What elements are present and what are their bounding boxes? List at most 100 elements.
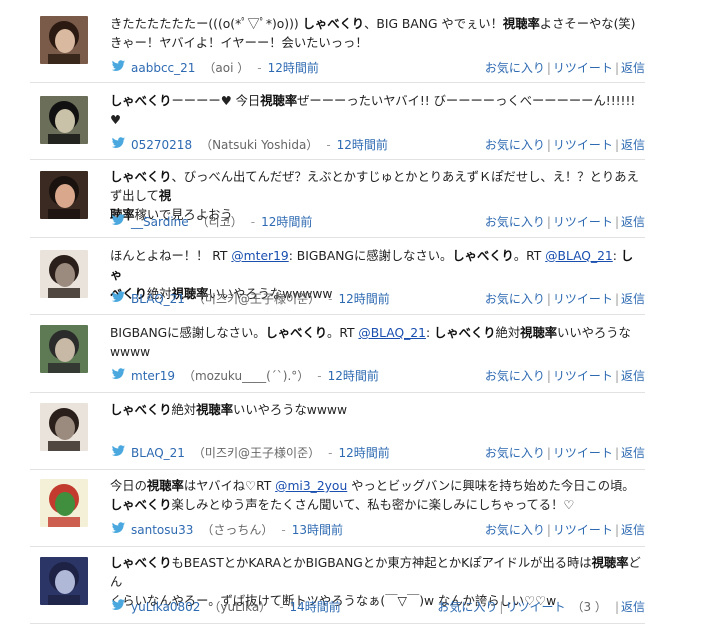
display-name: （yuLika） xyxy=(208,600,272,614)
avatar[interactable] xyxy=(40,250,88,298)
username-link[interactable]: BLAQ_21 xyxy=(131,446,185,460)
tweet-body: 今日の視聴率はヤバイね♡RT @mi3_2you やっとビッグバンに興味を持ち始… xyxy=(110,477,645,515)
reply-button[interactable]: 返信 xyxy=(621,215,645,229)
avatar[interactable] xyxy=(40,325,88,373)
avatar[interactable] xyxy=(40,171,88,219)
username-link[interactable]: BLAQ_21 xyxy=(131,292,185,306)
tweet-author-info: mter19 （mozuku____(´`).°） -12時間前 xyxy=(131,367,379,384)
retweet-button[interactable]: リツイート xyxy=(553,292,613,306)
action-separator: | xyxy=(546,292,551,306)
timestamp-link[interactable]: 13時間前 xyxy=(292,523,343,537)
separator: - xyxy=(250,215,256,229)
highlighted-keyword: 視 xyxy=(158,189,172,203)
reply-button[interactable]: 返信 xyxy=(621,446,645,460)
tweet-text: しゃべくり絶対視聴率いいやろうなwwww xyxy=(110,401,645,420)
tweet-item: BIGBANGに感謝しなさい。しゃべくり。RT @BLAQ_21: しゃべくり絶… xyxy=(30,315,645,393)
favorite-button[interactable]: お気に入り xyxy=(485,138,545,152)
timestamp-link[interactable]: 12時間前 xyxy=(338,446,389,460)
timestamp-link[interactable]: 12時間前 xyxy=(338,292,389,306)
tweet-item: しゃべくりもBEASTとかKARAとかBIGBANGとか東方神起とかKぽアイドル… xyxy=(30,547,645,624)
mention-link[interactable]: @BLAQ_21 xyxy=(545,249,613,263)
tweet-text-segment: よさそーやな(笑) xyxy=(539,17,636,31)
tweet-text-segment: 。RT xyxy=(327,326,359,340)
retweet-button[interactable]: リツイート xyxy=(553,138,613,152)
tweet-author-info: 05270218 （Natsuki Yoshida） -12時間前 xyxy=(131,136,388,153)
reply-button[interactable]: 返信 xyxy=(621,61,645,75)
highlighted-keyword: しゃべくり xyxy=(110,556,172,570)
tweet-body: BIGBANGに感謝しなさい。しゃべくり。RT @BLAQ_21: しゃべくり絶… xyxy=(110,324,645,362)
tweet-line: しゃべくりもBEASTとかKARAとかBIGBANGとか東方神起とかKぽアイドル… xyxy=(110,554,645,592)
retweet-button[interactable]: リツイート xyxy=(553,215,613,229)
tweet-item: きたたたたたたー(((o(*ﾟ▽ﾟ*)o))) しゃべくり、BIG BANG や… xyxy=(30,0,645,83)
favorite-button[interactable]: お気に入り xyxy=(485,61,545,75)
tweet-author-info: santosu33 （さっちん） -13時間前 xyxy=(131,521,343,538)
timestamp-link[interactable]: 12時間前 xyxy=(337,138,388,152)
reply-button[interactable]: 返信 xyxy=(621,523,645,537)
tweet-line: ほんとよねー！！ RT @mter19: BIGBANGに感謝しなさい。しゃべく… xyxy=(110,247,645,285)
highlighted-keyword: 視聴率 xyxy=(260,94,298,108)
tweet-line: BIGBANGに感謝しなさい。しゃべくり。RT @BLAQ_21: しゃべくり絶… xyxy=(110,324,645,343)
avatar[interactable] xyxy=(40,557,88,605)
tweet-text-segment: : xyxy=(425,326,435,340)
separator: - xyxy=(328,446,333,460)
favorite-button[interactable]: お気に入り xyxy=(485,446,545,460)
reply-button[interactable]: 返信 xyxy=(621,138,645,152)
twitter-bird-icon xyxy=(110,58,126,74)
display-name: （mozuku____(´`).°） xyxy=(182,369,310,383)
username-link[interactable]: mter19 xyxy=(131,369,175,383)
retweet-button[interactable]: リツイート xyxy=(553,369,613,383)
tweet-text-segment: もBEASTとかKARAとかBIGBANGとか東方神起とかKぽアイドルが出る時は xyxy=(171,556,592,570)
username-link[interactable]: santosu33 xyxy=(131,523,193,537)
avatar[interactable] xyxy=(40,16,88,64)
tweet-line: しゃべくり楽しみとゆう声をたくさん聞いて、私も密かに楽しみにしちゃってる！♡ xyxy=(110,496,645,515)
tweet-text-segment: 絶対 xyxy=(495,326,521,340)
separator: - xyxy=(328,292,333,306)
favorite-button[interactable]: お気に入り xyxy=(485,215,545,229)
reply-button[interactable]: 返信 xyxy=(621,292,645,306)
username-link[interactable]: yuLika0802 xyxy=(131,600,200,614)
avatar[interactable] xyxy=(40,403,88,451)
timestamp-link[interactable]: 14時間前 xyxy=(290,600,341,614)
mention-link[interactable]: @mter19 xyxy=(231,249,288,263)
timestamp-link[interactable]: 12時間前 xyxy=(268,61,319,75)
tweet-item: しゃべくり絶対視聴率いいやろうなwwww BLAQ_21 （미즈키@王子様이준） -1… xyxy=(30,393,645,470)
tweet-actions: お気に入り | リツイート | 返信 xyxy=(485,521,645,538)
tweet-text-segment: いいやろうなwwww xyxy=(233,403,348,417)
retweet-button[interactable]: リツイート xyxy=(553,61,613,75)
retweet-button[interactable]: リツイート xyxy=(505,600,565,614)
retweet-button[interactable]: リツイート xyxy=(553,446,613,460)
favorite-button[interactable]: お気に入り xyxy=(485,292,545,306)
reply-button[interactable]: 返信 xyxy=(621,600,645,614)
tweet-text-segment: きたたたたたたー(((o(*ﾟ▽ﾟ*)o))) xyxy=(110,17,303,31)
tweet-text-segment: 。RT xyxy=(513,249,546,263)
highlighted-keyword: 視聴率 xyxy=(196,403,234,417)
tweet-item: 今日の視聴率はヤバイね♡RT @mi3_2you やっとビッグバンに興味を持ち始… xyxy=(30,470,645,547)
highlighted-keyword: しゃべくり xyxy=(110,498,172,512)
mention-link[interactable]: @BLAQ_21 xyxy=(358,326,426,340)
display-name: （미즈키@王子様이준） xyxy=(192,446,321,460)
tweet-line: しゃべくりーーーー♥ 今日視聴率ぜーーーったいヤバイ!! びーーーーっくべーーー… xyxy=(110,92,645,130)
username-link[interactable]: __Sardine xyxy=(131,215,189,229)
timestamp-link[interactable]: 12時間前 xyxy=(261,215,312,229)
mention-link[interactable]: @mi3_2you xyxy=(275,479,347,493)
timestamp-link[interactable]: 12時間前 xyxy=(328,369,379,383)
username-link[interactable]: 05270218 xyxy=(131,138,192,152)
twitter-bird-icon xyxy=(110,443,126,459)
tweet-actions: お気に入り | リツイート | 返信 xyxy=(485,290,645,307)
favorite-button[interactable]: お気に入り xyxy=(437,600,497,614)
avatar[interactable] xyxy=(40,479,88,527)
reply-button[interactable]: 返信 xyxy=(621,369,645,383)
tweet-item: ほんとよねー！！ RT @mter19: BIGBANGに感謝しなさい。しゃべく… xyxy=(30,238,645,315)
username-link[interactable]: aabbcc_21 xyxy=(131,61,195,75)
retweet-button[interactable]: リツイート xyxy=(553,523,613,537)
separator: - xyxy=(279,600,284,614)
tweet-text: 今日の視聴率はヤバイね♡RT @mi3_2you やっとビッグバンに興味を持ち始… xyxy=(110,477,645,515)
tweet-meta: yuLika0802 （yuLika） -14時間前 お気に入り | リツイート （3 ） |… xyxy=(110,597,645,615)
favorite-button[interactable]: お気に入り xyxy=(485,369,545,383)
tweet-text-segment: きゃー！ヤバイよ！イヤーー！会いたいっっ！ xyxy=(110,36,368,50)
favorite-button[interactable]: お気に入り xyxy=(485,523,545,537)
tweet-meta: 05270218 （Natsuki Yoshida） -12時間前 お気に入り | リツイ… xyxy=(110,135,645,153)
highlighted-keyword: しゃべくり xyxy=(110,94,172,108)
tweet-author-info: yuLika0802 （yuLika） -14時間前 xyxy=(131,598,341,615)
avatar[interactable] xyxy=(40,96,88,144)
